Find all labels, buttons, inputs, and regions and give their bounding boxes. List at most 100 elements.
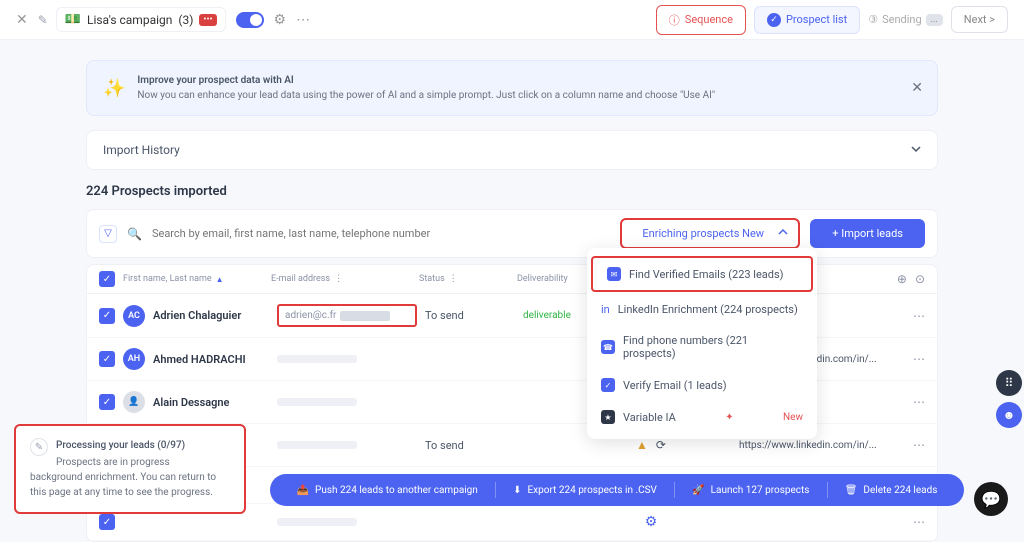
- import-history-accordion[interactable]: Import History: [86, 130, 938, 170]
- placeholder: [277, 518, 357, 526]
- ai-banner: ✨ Improve your prospect data with AI Now…: [86, 60, 938, 116]
- alert-icon: ⓘ: [669, 12, 680, 28]
- processing-card: ✎ Processing your leads (0/97) Prospects…: [14, 424, 246, 514]
- sparkle-icon: ✨: [103, 78, 125, 99]
- separator: [495, 482, 496, 498]
- search-icon: 🔍: [127, 227, 142, 241]
- col-status-label: Status: [419, 274, 445, 284]
- enrich-label: Enriching prospects New: [642, 227, 764, 240]
- row-checkbox[interactable]: ✓: [99, 394, 115, 410]
- star-icon: ✦: [725, 412, 733, 423]
- email-cell: adrien@c.fr: [277, 304, 417, 327]
- enrich-dropdown: ✉ Find Verified Emails (223 leads) in Li…: [587, 248, 817, 439]
- processing-line1: Prospects are in progress: [30, 455, 230, 470]
- prospect-name[interactable]: Alain Dessagne: [153, 396, 269, 409]
- campaign-chip[interactable]: 💵 Lisa's campaign (3) •••: [56, 7, 226, 32]
- email-text: adrien@c.fr: [285, 310, 336, 321]
- sending-badge: ...: [926, 14, 943, 26]
- row-checkbox[interactable]: ✓: [99, 351, 115, 367]
- processing-line2: background enrichment. You can return to: [30, 470, 230, 485]
- banner-text: Improve your prospect data with AI Now y…: [137, 73, 715, 103]
- dropdown-find-emails[interactable]: ✉ Find Verified Emails (223 leads): [591, 256, 813, 292]
- campaign-badge: •••: [199, 14, 216, 26]
- col-name-label: First name, Last name: [123, 274, 212, 284]
- trash-icon: 🗑: [845, 485, 858, 496]
- row-more-icon[interactable]: ⋯: [913, 395, 925, 409]
- variable-icon: ★: [601, 410, 615, 424]
- export-button[interactable]: ⬇ Export 224 prospects in .CSV: [513, 485, 657, 496]
- campaign-count: (3): [178, 13, 193, 27]
- import-leads-button[interactable]: + Import leads: [810, 219, 925, 248]
- row-more-icon[interactable]: ⋯: [913, 309, 925, 323]
- linkedin-link[interactable]: https://www.linkedin.com/in/...: [739, 440, 899, 451]
- processing-title: Processing your leads (0/97): [30, 438, 230, 453]
- row-more-icon[interactable]: ⋯: [913, 352, 925, 366]
- sequence-button[interactable]: ⓘ Sequence: [656, 5, 746, 35]
- row-more-icon[interactable]: ⋯: [913, 515, 925, 529]
- enrich-dropdown-button[interactable]: Enriching prospects New: [620, 218, 800, 249]
- more-icon[interactable]: ⋯: [296, 12, 310, 28]
- phone-icon: ☎: [601, 340, 615, 354]
- mail-icon: ✉: [607, 267, 621, 281]
- money-icon: 💵: [65, 12, 81, 27]
- col-menu-icon: ⋮: [449, 274, 458, 284]
- dropdown-phone[interactable]: ☎ Find phone numbers (221 prospects): [587, 325, 817, 369]
- dd-new-badge: New: [783, 412, 803, 423]
- prospect-list-label: Prospect list: [786, 13, 847, 26]
- sending-chip: ③ Sending ...: [868, 13, 943, 26]
- separator: [827, 482, 828, 498]
- campaign-toggle[interactable]: [236, 12, 264, 28]
- filter-icon[interactable]: ▽: [99, 225, 117, 243]
- banner-title: Improve your prospect data with AI: [137, 75, 293, 86]
- avatar: 👤: [123, 391, 145, 413]
- gear-icon[interactable]: ⚙: [274, 12, 287, 28]
- search-input[interactable]: [152, 227, 610, 240]
- delete-label: Delete 224 leads: [863, 485, 937, 496]
- launch-label: Launch 127 prospects: [711, 485, 810, 496]
- push-label: Push 224 leads to another campaign: [315, 485, 478, 496]
- avatar: AC: [123, 305, 145, 327]
- chevron-up-icon: [778, 227, 788, 240]
- dropdown-verify[interactable]: ✓ Verify Email (1 leads): [587, 369, 817, 401]
- dropdown-linkedin[interactable]: in LinkedIn Enrichment (224 prospects): [587, 294, 817, 325]
- select-all-checkbox[interactable]: ✓: [99, 271, 115, 287]
- col-email[interactable]: E-mail address ⋮: [271, 274, 411, 284]
- row-icons: ▲⟳: [621, 438, 681, 452]
- linkedin-icon: in: [601, 303, 610, 316]
- row-more-icon[interactable]: ⋯: [913, 438, 925, 452]
- col-name[interactable]: First name, Last name ▲: [123, 274, 263, 284]
- status-cell: To send: [425, 309, 515, 322]
- banner-close-icon[interactable]: ✕: [911, 80, 923, 96]
- chat-fab[interactable]: 💬: [974, 482, 1008, 516]
- import-history-label: Import History: [103, 143, 180, 157]
- email-cell: [277, 518, 417, 526]
- prospect-name[interactable]: Ahmed HADRACHI: [153, 353, 269, 366]
- bulk-action-bar: 📤 Push 224 leads to another campaign ⬇ E…: [270, 474, 964, 506]
- settings-column-icon[interactable]: ⊙: [915, 272, 925, 286]
- dd-variable-label: Variable IA: [623, 411, 676, 424]
- launch-button[interactable]: 🚀 Launch 127 prospects: [692, 485, 809, 496]
- placeholder: [277, 355, 357, 363]
- fab-stack: ⠿ ☻: [996, 370, 1022, 428]
- refresh-icon[interactable]: ⟳: [656, 438, 666, 452]
- next-button[interactable]: Next >: [951, 6, 1008, 33]
- push-leads-button[interactable]: 📤 Push 224 leads to another campaign: [297, 485, 478, 496]
- col-menu-icon: ⋮: [334, 274, 343, 284]
- dd-find-emails-label: Find Verified Emails (223 leads): [629, 268, 784, 281]
- help-fab[interactable]: ☻: [996, 402, 1022, 428]
- delete-button[interactable]: 🗑 Delete 224 leads: [845, 485, 938, 496]
- verify-icon: ✓: [601, 378, 615, 392]
- apps-fab[interactable]: ⠿: [996, 370, 1022, 396]
- prospect-list-button[interactable]: ✓ Prospect list: [754, 6, 860, 34]
- row-checkbox[interactable]: ✓: [99, 308, 115, 324]
- dropdown-variable[interactable]: ★ Variable IA ✦ New: [587, 401, 817, 433]
- placeholder: [277, 398, 357, 406]
- col-status[interactable]: Status ⋮: [419, 274, 509, 284]
- prospect-name[interactable]: Adrien Chalaguier: [153, 309, 269, 322]
- export-label: Export 224 prospects in .CSV: [528, 485, 657, 496]
- add-column-icon[interactable]: ⊕: [897, 272, 907, 286]
- close-icon[interactable]: ✕: [16, 12, 28, 28]
- email-cell: [277, 398, 417, 406]
- email-cell: [277, 355, 417, 363]
- col-deliver-label: Deliverability: [517, 274, 568, 284]
